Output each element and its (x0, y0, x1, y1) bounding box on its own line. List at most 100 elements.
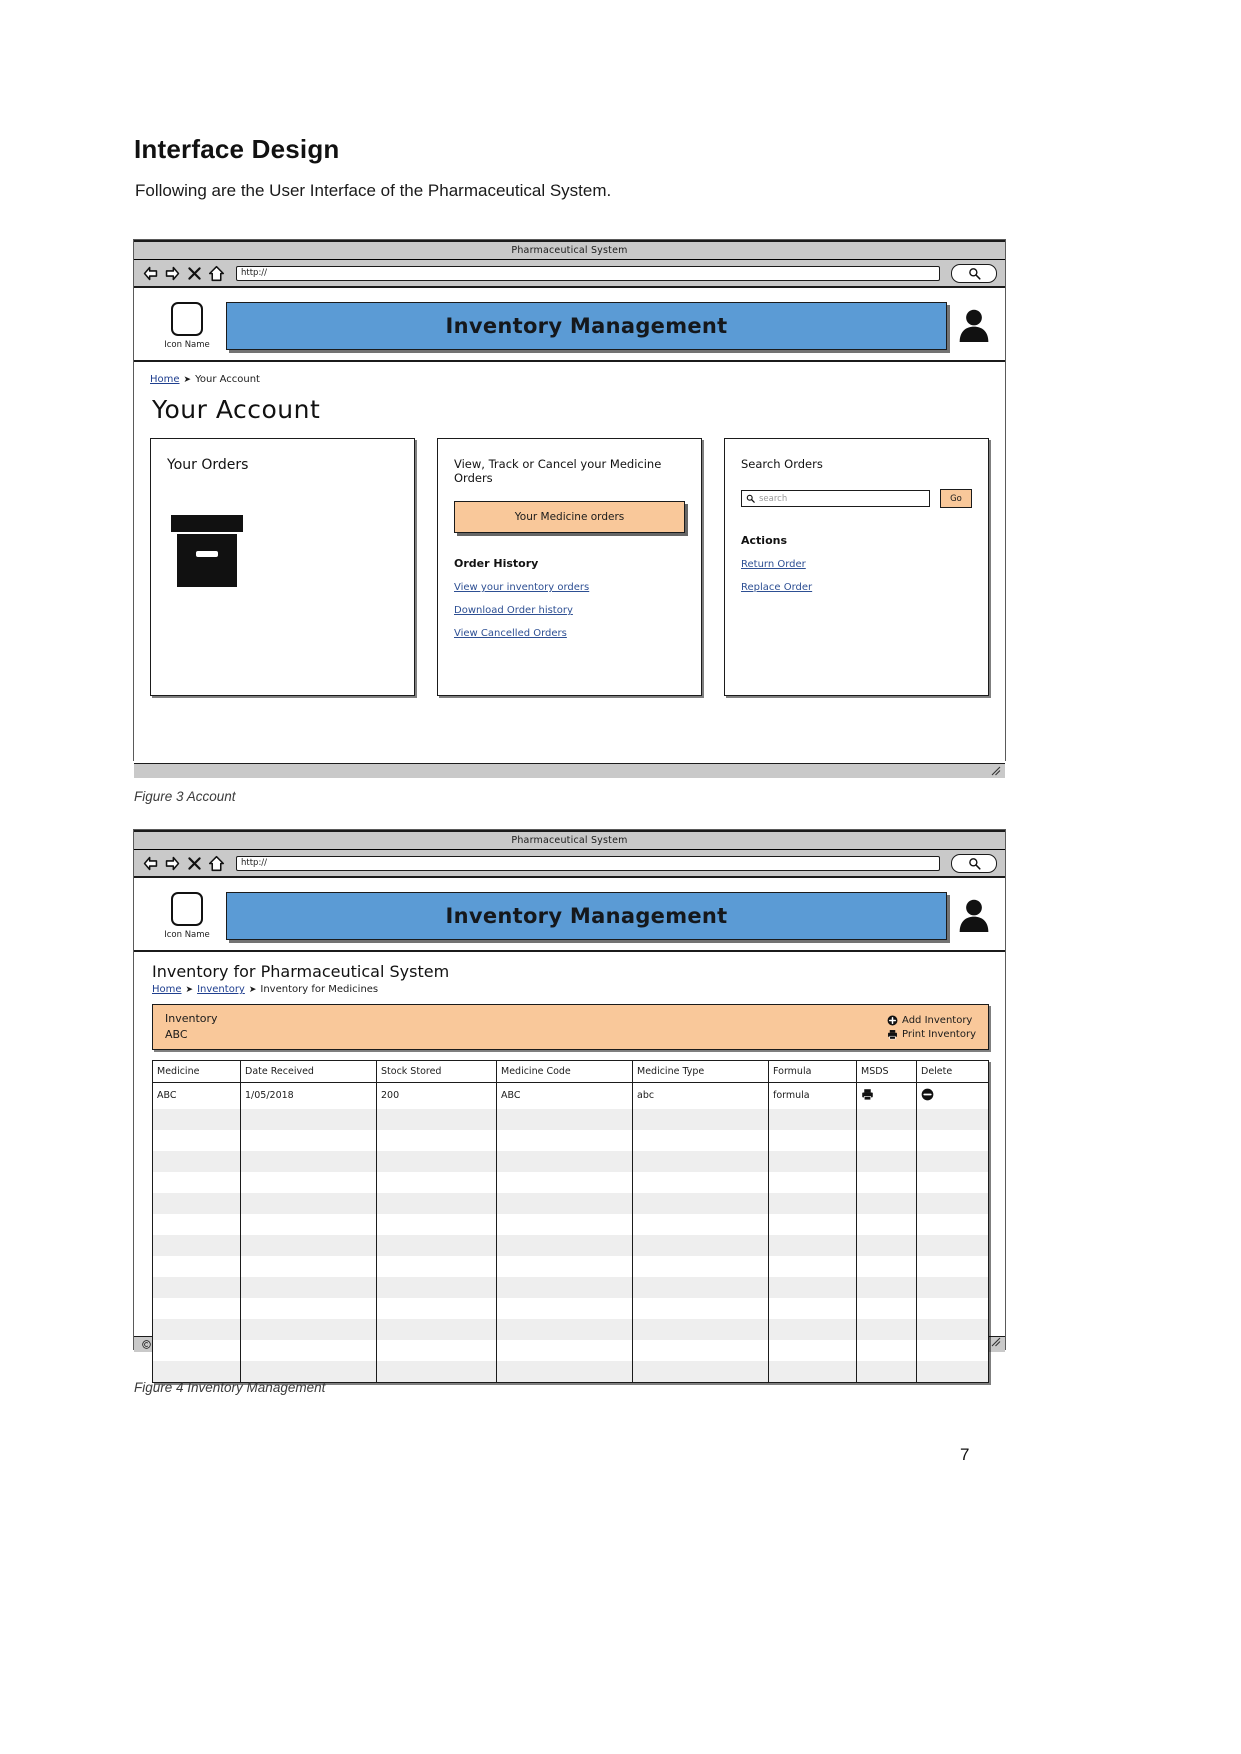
cell-empty (917, 1256, 989, 1277)
table-row[interactable] (152, 1234, 989, 1256)
resize-grip-icon[interactable] (991, 766, 1001, 776)
cell-empty (916, 1192, 989, 1214)
cell-empty (768, 1276, 857, 1298)
account-page-body: Icon Name Inventory Management Home ➤ Yo… (134, 288, 1005, 763)
cell-empty (496, 1276, 633, 1298)
search-orders-input[interactable]: search (741, 490, 930, 507)
table-row[interactable] (152, 1150, 989, 1172)
go-button[interactable]: Go (940, 489, 972, 508)
home-icon[interactable] (208, 855, 225, 872)
cell-delete[interactable] (917, 1083, 989, 1109)
inventory-table: Medicine Date Received Stock Stored Medi… (152, 1060, 989, 1383)
link-return-order[interactable]: Return Order (741, 559, 972, 570)
cell-empty (768, 1360, 857, 1382)
breadcrumb-home-link[interactable]: Home (150, 374, 180, 385)
your-medicine-orders-button[interactable]: Your Medicine orders (454, 501, 685, 533)
link-replace-order[interactable]: Replace Order (741, 582, 972, 593)
app-title-banner: Inventory Management (226, 892, 947, 940)
figure3-caption: Figure 3 Account (134, 789, 236, 804)
table-row[interactable] (152, 1339, 989, 1361)
print-inventory-button[interactable]: Print Inventory (887, 1029, 976, 1040)
browser-search-button[interactable] (951, 263, 997, 283)
column-delete: Delete (916, 1060, 989, 1083)
back-arrow-icon[interactable] (142, 855, 159, 872)
cell-empty (376, 1213, 497, 1235)
forward-arrow-icon[interactable] (164, 855, 181, 872)
table-row[interactable] (152, 1255, 989, 1277)
cell-empty (240, 1171, 377, 1193)
user-avatar-icon[interactable] (957, 898, 991, 934)
cell-empty (856, 1297, 917, 1319)
url-input[interactable]: http:// (236, 265, 940, 281)
cell-empty (856, 1108, 917, 1130)
cell-empty (496, 1255, 633, 1277)
cell-empty (376, 1108, 497, 1130)
cell-empty (496, 1129, 633, 1151)
cell-empty (856, 1192, 917, 1214)
column-date-received: Date Received (240, 1060, 377, 1083)
search-orders-panel: Search Orders search Go Actions Return O… (724, 438, 989, 696)
browser-search-button[interactable] (951, 853, 997, 873)
resize-grip-icon[interactable] (991, 1337, 1001, 1347)
link-download-order-history[interactable]: Download Order history (454, 605, 685, 616)
browser-toolbar: http:// (134, 260, 1005, 288)
cell-empty (376, 1129, 497, 1151)
breadcrumb-current: Inventory for Medicines (260, 984, 379, 995)
table-row[interactable] (152, 1297, 989, 1319)
table-row[interactable]: ABC 1/05/2018 200 ABC abc formula (152, 1082, 989, 1109)
link-view-inventory-orders[interactable]: View your inventory orders (454, 582, 685, 593)
account-page-heading: Your Account (152, 395, 321, 424)
link-view-cancelled-orders[interactable]: View Cancelled Orders (454, 628, 685, 639)
window-title: Pharmaceutical System (511, 245, 628, 256)
search-orders-title: Search Orders (741, 457, 823, 471)
close-x-icon[interactable] (186, 855, 203, 872)
app-title: Inventory Management (445, 904, 728, 928)
cell-empty (632, 1360, 769, 1382)
cell-empty (916, 1234, 989, 1256)
cell-empty (496, 1234, 633, 1256)
table-row[interactable] (152, 1318, 989, 1340)
cell-msds[interactable] (856, 1082, 917, 1109)
cell-empty (496, 1360, 633, 1382)
cell-empty (917, 1214, 989, 1235)
column-medicine-type: Medicine Type (632, 1060, 769, 1083)
inventory-mockup-window: Pharmaceutical System http:// Icon Name … (133, 829, 1006, 1383)
back-arrow-icon[interactable] (142, 265, 159, 282)
table-row[interactable] (152, 1276, 989, 1298)
cell-empty (152, 1318, 241, 1340)
cell-empty (856, 1234, 917, 1256)
cell-empty (856, 1150, 917, 1172)
table-row[interactable] (152, 1171, 989, 1193)
cell-empty (768, 1129, 857, 1151)
breadcrumb-inventory-link[interactable]: Inventory (197, 984, 245, 995)
cell-empty (632, 1276, 769, 1298)
cell-empty (856, 1360, 917, 1382)
table-row[interactable] (152, 1192, 989, 1214)
cell-empty (856, 1129, 917, 1151)
cell-empty (768, 1339, 857, 1361)
table-row[interactable] (152, 1213, 989, 1235)
cell-empty (240, 1276, 377, 1298)
inventory-toolbar: Inventory ABC Add Inventory Print Invent… (152, 1004, 989, 1050)
forward-arrow-icon[interactable] (164, 265, 181, 282)
cell-empty (376, 1297, 497, 1319)
inventory-heading-area: Inventory for Pharmaceutical System Home… (134, 952, 1005, 995)
home-icon[interactable] (208, 265, 225, 282)
cell-empty (632, 1255, 769, 1277)
cell-empty (632, 1171, 769, 1193)
close-x-icon[interactable] (186, 265, 203, 282)
breadcrumb-home-link[interactable]: Home (152, 984, 182, 995)
user-avatar-icon[interactable] (957, 308, 991, 344)
cell-empty (152, 1276, 241, 1298)
cell-empty (768, 1108, 857, 1130)
table-row[interactable] (152, 1129, 989, 1151)
cell-empty (768, 1192, 857, 1214)
column-formula: Formula (768, 1060, 857, 1083)
table-row[interactable] (152, 1108, 989, 1130)
cell-empty (376, 1276, 497, 1298)
table-row[interactable] (152, 1360, 989, 1382)
add-inventory-button[interactable]: Add Inventory (887, 1015, 972, 1026)
url-input[interactable]: http:// (236, 855, 940, 871)
app-logo-icon (171, 302, 203, 336)
cell-empty (768, 1171, 857, 1193)
